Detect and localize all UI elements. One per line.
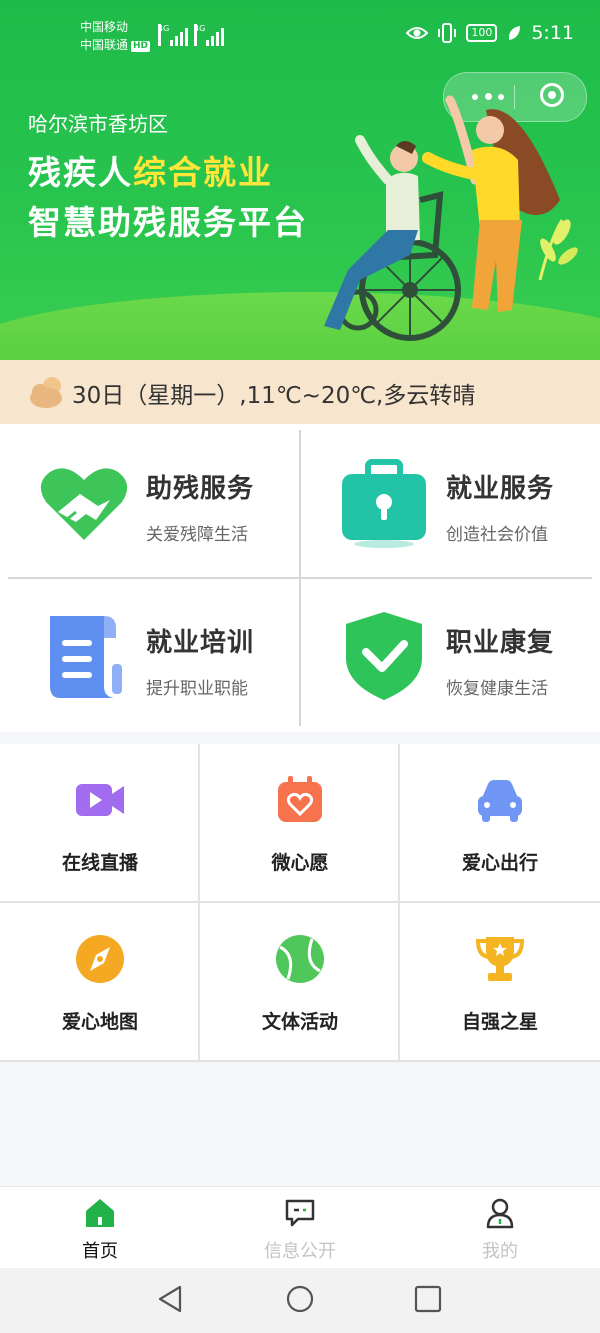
user-icon (486, 1198, 514, 1229)
grid-item-sports[interactable]: 文体活动 (200, 903, 400, 1062)
service-title: 就业服务 (446, 474, 555, 504)
service-subtitle: 提升职业职能 (146, 679, 248, 699)
calendar-heart-icon (278, 776, 322, 822)
weather-bar: 30日（星期一）,11℃~20℃,多云转晴 (0, 360, 600, 424)
carrier-1: 中国移动 (80, 20, 129, 34)
hd-badge: HD (131, 41, 151, 52)
grid-item-label: 文体活动 (261, 1011, 338, 1033)
handshake-heart-icon (40, 468, 128, 540)
service-disability-support[interactable]: 助残服务 关爱残障生活 (0, 424, 300, 578)
wheelchair-illustration (324, 95, 578, 341)
tab-label: 我的 (482, 1241, 518, 1262)
tab-label: 信息公开 (264, 1241, 336, 1262)
headline-line2: 智慧助残服务平台 (28, 203, 308, 242)
grid-item-star[interactable]: 自强之星 (400, 903, 600, 1062)
service-rehabilitation[interactable]: 职业康复 恢复健康生活 (300, 578, 600, 732)
service-training[interactable]: 就业培训 提升职业职能 (0, 578, 300, 732)
grid-services: 在线直播 微心愿 爱心出行 爱心地图 文体活动 自强之星 (0, 744, 600, 1062)
home-circle-icon[interactable] (285, 1284, 315, 1314)
system-nav-bar (0, 1268, 600, 1333)
tennis-ball-icon (276, 935, 324, 983)
district-label: 哈尔滨市香坊区 (28, 112, 168, 136)
message-icon (285, 1199, 315, 1227)
service-subtitle: 创造社会价值 (446, 525, 548, 545)
headline-prefix: 残疾人 (28, 153, 133, 192)
page-title: 残疾人综合就业 智慧助残服务平台 (28, 148, 308, 248)
status-right: 100 5:11 (406, 22, 574, 44)
shield-check-icon (346, 612, 422, 700)
grid-item-live[interactable]: 在线直播 (0, 744, 200, 903)
grid-item-label: 在线直播 (61, 852, 138, 874)
vibrate-icon (438, 23, 457, 43)
back-icon[interactable] (156, 1284, 186, 1314)
cloud-sun-icon (30, 377, 62, 408)
clock: 5:11 (531, 22, 574, 44)
service-title: 职业康复 (446, 628, 555, 658)
service-subtitle: 关爱残障生活 (146, 525, 248, 545)
briefcase-icon (342, 459, 426, 548)
document-icon (50, 616, 122, 698)
tab-home[interactable]: 首页 (0, 1187, 200, 1269)
grid-item-travel[interactable]: 爱心出行 (400, 744, 600, 903)
signal-icon: 4G (194, 24, 228, 46)
headline-highlight: 综合就业 (133, 153, 273, 192)
service-title: 就业培训 (146, 628, 255, 658)
main-services: 助残服务 关爱残障生活 就业服务 创造社会价值 就业培训 提升职业职能 职业康复… (0, 424, 600, 732)
banner: 中国移动 中国联通 HD 4G 4G 100 5:11 哈尔滨市香坊区 残疾人综… (0, 0, 600, 360)
service-title: 助残服务 (146, 474, 255, 504)
recents-icon[interactable] (413, 1284, 443, 1314)
trophy-icon (475, 937, 525, 981)
home-icon (86, 1199, 114, 1227)
carrier-2: 中国联通 (80, 38, 129, 52)
status-bar: 中国移动 中国联通 HD 4G 4G 100 5:11 (0, 0, 600, 60)
grid-item-label: 自强之星 (461, 1011, 538, 1033)
tab-label: 首页 (82, 1241, 118, 1262)
grid-item-label: 爱心出行 (461, 852, 538, 874)
grid-item-label: 微心愿 (271, 852, 329, 874)
tab-info[interactable]: 信息公开 (200, 1187, 400, 1269)
grid-item-label: 爱心地图 (61, 1011, 138, 1033)
grid-item-wish[interactable]: 微心愿 (200, 744, 400, 903)
signal-icon: 4G (158, 24, 188, 46)
eye-icon (406, 27, 429, 39)
service-employment[interactable]: 就业服务 创造社会价值 (300, 424, 600, 578)
grid-item-map[interactable]: 爱心地图 (0, 903, 200, 1062)
car-icon (478, 780, 522, 822)
leaf-icon (509, 26, 521, 40)
service-subtitle: 恢复健康生活 (446, 679, 548, 699)
tab-mine[interactable]: 我的 (400, 1187, 600, 1269)
weather-text: 30日（星期一）,11℃~20℃,多云转晴 (72, 383, 476, 409)
compass-icon (76, 935, 124, 983)
carrier-info: 中国移动 中国联通 HD (80, 18, 151, 54)
battery-icon: 100 (466, 24, 498, 42)
video-camera-icon (76, 784, 124, 816)
tab-bar: 首页 信息公开 我的 (0, 1186, 600, 1269)
